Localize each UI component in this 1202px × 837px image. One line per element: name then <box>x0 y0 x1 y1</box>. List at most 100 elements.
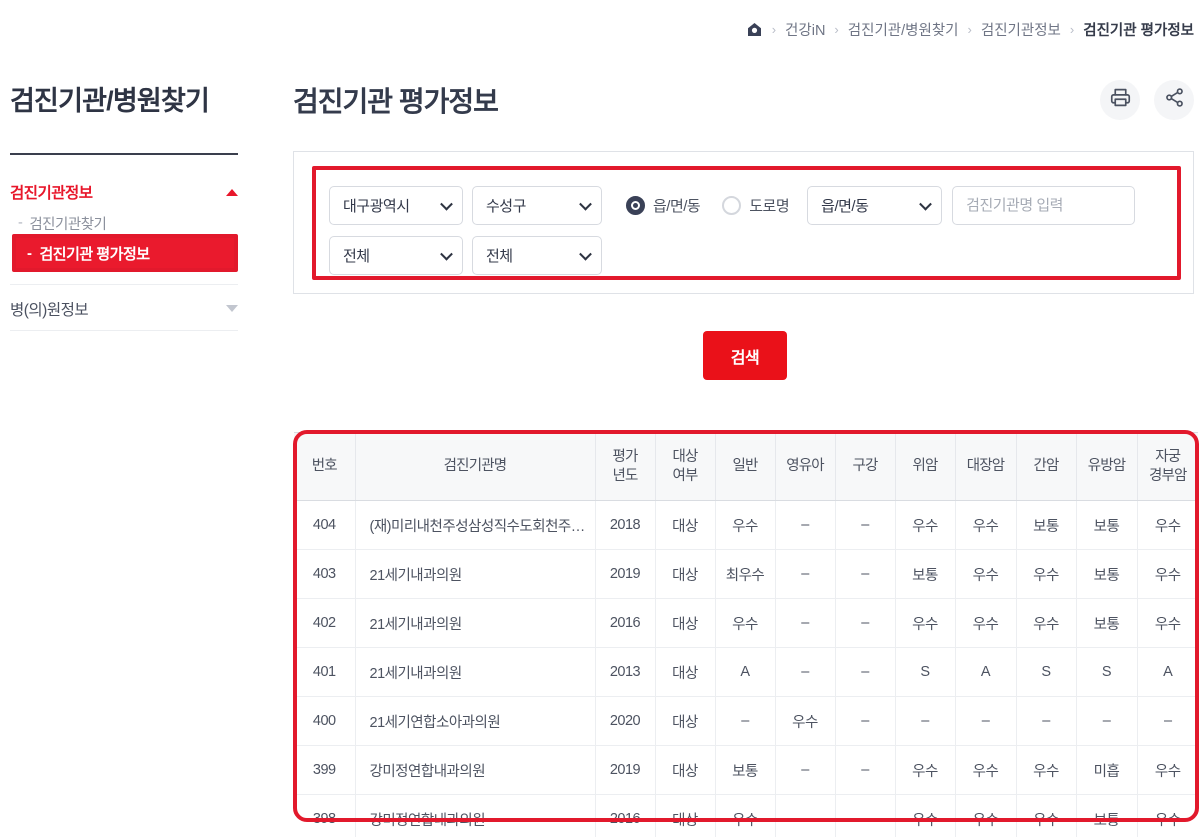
print-button[interactable] <box>1100 80 1140 120</box>
cell-year: 2013 <box>595 647 656 697</box>
type1-select-value: 전체 <box>343 248 370 265</box>
address-type-radio-group: 읍/면/동 도로명 <box>626 195 790 216</box>
sidebar-item-label: 검진기관 평가정보 <box>39 245 151 263</box>
table-row[interactable]: 403 21세기내과의원 2019 대상 최우수 – – 보통 우수 우수 보통 우수 <box>294 549 1198 599</box>
cell-infant: – <box>775 598 836 648</box>
cell-oral: – <box>835 549 896 599</box>
radio-읍면동[interactable]: 읍/면/동 <box>626 195 701 216</box>
dash-icon: - <box>27 244 32 262</box>
cell-stomach: – <box>895 696 956 746</box>
breadcrumb-item-2[interactable]: 검진기관정보 <box>981 19 1061 40</box>
col-위암: 위암 <box>895 432 956 501</box>
cell-oral: – <box>835 696 896 746</box>
col-번호: 번호 <box>294 432 356 501</box>
cell-breast: 보통 <box>1076 500 1138 550</box>
cell-breast: – <box>1076 696 1138 746</box>
cell-stomach: 우수 <box>895 794 956 837</box>
cell-general: 보통 <box>715 745 776 795</box>
cell-year: 2016 <box>595 598 656 648</box>
table-row[interactable]: 404 (재)미리내천주성삼성직수도회천주성… 2018 대상 우수 – – 우수 우수 보통 보통… <box>294 500 1198 550</box>
cell-cervix: 우수 <box>1137 794 1198 837</box>
col-일반: 일반 <box>715 432 776 501</box>
print-icon <box>1110 87 1131 113</box>
cell-colon: 우수 <box>955 500 1017 550</box>
radio-selected-icon <box>626 196 645 215</box>
cell-name[interactable]: 21세기내과의원 <box>355 647 596 697</box>
cell-cervix: 우수 <box>1137 598 1198 648</box>
cell-target: 대상 <box>655 696 716 746</box>
cell-name[interactable]: 강미정연합내과의원 <box>355 745 596 795</box>
cell-name[interactable]: (재)미리내천주성삼성직수도회천주성… <box>355 500 596 550</box>
table-row[interactable]: 398 강미정연합내과의원 2016 대상 우수 – – 우수 우수 우수 보통 우수 <box>294 794 1198 837</box>
cell-cervix: 우수 <box>1137 549 1198 599</box>
radio-label: 도로명 <box>749 198 790 215</box>
type2-select[interactable]: 전체 <box>472 236 602 275</box>
cell-stomach: 보통 <box>895 549 956 599</box>
sidebar-group-병의원정보[interactable]: 병(의)원정보 <box>10 292 238 325</box>
cell-target: 대상 <box>655 598 716 648</box>
table-body: 404 (재)미리내천주성삼성직수도회천주성… 2018 대상 우수 – – 우수 우수 보통 보통… <box>294 500 1198 837</box>
cell-infant: – <box>775 549 836 599</box>
col-대장암: 대장암 <box>955 432 1017 501</box>
radio-도로명[interactable]: 도로명 <box>722 195 790 216</box>
emd-select-value: 읍/면/동 <box>821 198 869 215</box>
sido-select[interactable]: 대구광역시 <box>329 186 463 225</box>
share-icon <box>1164 87 1185 113</box>
cell-breast: 보통 <box>1076 598 1138 648</box>
breadcrumb-item-current: 검진기관 평가정보 <box>1083 23 1194 39</box>
cell-target: 대상 <box>655 745 716 795</box>
cell-breast: S <box>1076 647 1138 697</box>
cell-year: 2019 <box>595 745 656 795</box>
cell-name[interactable]: 강미정연합내과의원 <box>355 794 596 837</box>
home-icon[interactable] <box>746 21 763 38</box>
results-table-wrapper: 번호 검진기관명 평가 년도 대상 여부 일반 영유아 구강 위암 대장암 간암 유… <box>294 432 1198 837</box>
sidebar-group-label: 검진기관정보 <box>10 185 93 202</box>
cell-stomach: 우수 <box>895 745 956 795</box>
cell-oral: – <box>835 598 896 648</box>
table-head: 번호 검진기관명 평가 년도 대상 여부 일반 영유아 구강 위암 대장암 간암 유… <box>294 432 1198 501</box>
sido-select-value: 대구광역시 <box>343 198 410 215</box>
search-button[interactable]: 검색 <box>703 331 787 380</box>
cell-stomach: 우수 <box>895 500 956 550</box>
col-자궁경부암: 자궁 경부암 <box>1137 432 1198 501</box>
cell-colon: 우수 <box>955 794 1017 837</box>
sidebar-item-검진기관찾기[interactable]: - 검진기관찾기 <box>18 210 238 236</box>
cell-liver: 보통 <box>1016 500 1077 550</box>
sigungu-select[interactable]: 수성구 <box>472 186 602 225</box>
cell-general: 최우수 <box>715 549 776 599</box>
table-row[interactable]: 401 21세기내과의원 2013 대상 A – – S A S S A <box>294 647 1198 697</box>
sidebar-divider <box>10 153 238 155</box>
cell-name[interactable]: 21세기연합소아과의원 <box>355 696 596 746</box>
cell-liver: 우수 <box>1016 549 1077 599</box>
cell-target: 대상 <box>655 647 716 697</box>
breadcrumb-separator: › <box>967 22 972 37</box>
dash-icon: - <box>18 215 23 231</box>
sidebar-divider <box>10 284 238 285</box>
chevron-down-icon <box>440 247 453 261</box>
breadcrumb: › 건강iN › 검진기관/병원찾기 › 검진기관정보 › 검진기관 평가정보 <box>746 19 1194 40</box>
cell-cervix: – <box>1137 696 1198 746</box>
table-row[interactable]: 402 21세기내과의원 2016 대상 우수 – – 우수 우수 우수 보통 우수 <box>294 598 1198 648</box>
sidebar-item-검진기관-평가정보[interactable]: - 검진기관 평가정보 <box>12 234 238 272</box>
col-구강: 구강 <box>835 432 896 501</box>
type1-select[interactable]: 전체 <box>329 236 463 275</box>
table-row[interactable]: 400 21세기연합소아과의원 2020 대상 – 우수 – – – – – – <box>294 696 1198 746</box>
breadcrumb-item-0[interactable]: 건강iN <box>785 19 825 40</box>
type2-select-value: 전체 <box>486 248 513 265</box>
emd-select[interactable]: 읍/면/동 <box>807 186 943 225</box>
search-input[interactable] <box>952 186 1136 225</box>
breadcrumb-separator: › <box>771 22 777 37</box>
cell-name[interactable]: 21세기내과의원 <box>355 598 596 648</box>
cell-general: 우수 <box>715 598 776 648</box>
col-간암: 간암 <box>1016 432 1077 501</box>
cell-no: 400 <box>294 696 356 746</box>
col-대상여부: 대상 여부 <box>655 432 716 501</box>
cell-target: 대상 <box>655 794 716 837</box>
cell-name[interactable]: 21세기내과의원 <box>355 549 596 599</box>
breadcrumb-item-1[interactable]: 검진기관/병원찾기 <box>848 19 959 40</box>
cell-year: 2020 <box>595 696 656 746</box>
share-button[interactable] <box>1154 80 1194 120</box>
sidebar-group-검진기관정보[interactable]: 검진기관정보 <box>10 174 238 210</box>
cell-no: 402 <box>294 598 356 648</box>
table-row[interactable]: 399 강미정연합내과의원 2019 대상 보통 – – 우수 우수 우수 미흡 우수 <box>294 745 1198 795</box>
